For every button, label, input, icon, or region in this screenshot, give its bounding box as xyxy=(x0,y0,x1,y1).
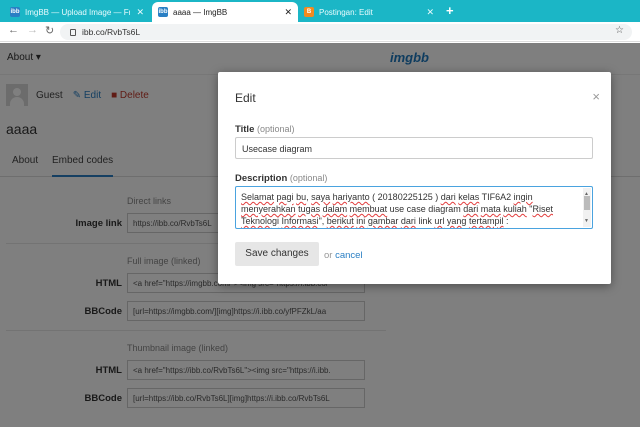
tab-label: ImgBB — Upload Image — Free xyxy=(25,7,131,17)
optional-note: (optional) xyxy=(289,173,328,183)
description-word: pagi xyxy=(276,192,294,202)
title-label: Title (optional) xyxy=(235,124,295,135)
scroll-down-icon[interactable]: ▼ xyxy=(584,215,589,227)
description-word: Teknologi xyxy=(241,216,280,226)
modal-title: Edit xyxy=(235,91,256,105)
imgbb-favicon-icon: ibb xyxy=(10,7,20,17)
reload-icon[interactable]: ↻ xyxy=(45,24,54,37)
description-word: dari xyxy=(400,216,416,226)
description-word: dari xyxy=(463,204,479,214)
description-word: bu xyxy=(296,192,307,202)
description-textarea[interactable]: Selamat pagi bu, saya hariyanto ( 201802… xyxy=(235,186,593,229)
description-word: Informasi xyxy=(281,216,319,226)
description-word: dalam xyxy=(322,204,348,214)
description-word: Selamat xyxy=(241,192,275,202)
tab-close-icon[interactable]: ✕ xyxy=(136,7,144,18)
description-word: kelas xyxy=(458,192,480,202)
description-word: kuliah xyxy=(503,204,527,214)
description-word: menyerahkan xyxy=(241,204,296,214)
back-arrow-icon[interactable]: ← xyxy=(8,24,19,36)
tab-close-icon[interactable]: ✕ xyxy=(426,7,434,18)
description-word: use case diagram xyxy=(387,204,464,214)
edit-modal: Edit × Title (optional) Usecase diagram … xyxy=(218,72,611,284)
description-word: Riset xyxy=(532,204,554,214)
url-text: ibb.co/RvbTs6L xyxy=(82,27,141,37)
tab-label: aaaa — ImgBB xyxy=(173,7,228,17)
browser-tab-aaaa[interactable]: ibb aaaa — ImgBB ✕ xyxy=(152,2,298,22)
description-word: berikut xyxy=(326,216,354,226)
browser-tab-postingan[interactable]: B Postingan: Edit ✕ xyxy=(298,2,440,22)
title-input[interactable]: Usecase diagram xyxy=(235,137,593,159)
description-word: membuat xyxy=(349,204,388,214)
blogger-favicon-icon: B xyxy=(304,7,314,17)
tab-close-icon[interactable]: ✕ xyxy=(284,7,292,18)
close-icon[interactable]: × xyxy=(592,89,600,104)
description-word: tugas xyxy=(298,204,321,214)
imgbb-favicon-icon: ibb xyxy=(158,7,168,17)
save-changes-button[interactable]: Save changes xyxy=(235,242,319,266)
description-word: : xyxy=(503,216,509,226)
description-word: link xyxy=(415,216,435,226)
title-label-text: Title xyxy=(235,124,255,135)
description-word: gambar xyxy=(367,216,399,226)
browser-toolbar: ← → ↻ ibb.co/RvbTs6L ☆ xyxy=(0,22,640,42)
description-word: dari xyxy=(440,192,456,202)
description-label: Description (optional) xyxy=(235,173,327,184)
or-text: or xyxy=(324,250,333,261)
tab-label: Postingan: Edit xyxy=(319,7,373,17)
browser-tab-upload[interactable]: ibb ImgBB — Upload Image — Free ✕ xyxy=(4,2,150,22)
description-word: TIF6A2 xyxy=(479,192,514,202)
description-text: Selamat pagi bu, saya hariyanto ( 201802… xyxy=(241,192,553,226)
or-cancel: or cancel xyxy=(324,250,363,261)
bookmark-star-icon[interactable]: ☆ xyxy=(615,25,624,36)
description-word: mata xyxy=(480,204,501,214)
description-word: saya xyxy=(311,192,331,202)
lock-icon xyxy=(70,28,76,36)
description-word: ( 20180225125 ) xyxy=(369,192,441,202)
scrollbar-thumb[interactable] xyxy=(584,196,590,210)
optional-note: (optional) xyxy=(257,124,295,134)
address-bar[interactable]: ibb.co/RvbTs6L ☆ xyxy=(60,24,632,40)
description-word: hariyanto xyxy=(332,192,370,202)
cancel-link[interactable]: cancel xyxy=(335,250,362,261)
description-word: tertampil xyxy=(468,216,504,226)
forward-arrow-icon[interactable]: → xyxy=(27,24,38,36)
description-word: url xyxy=(434,216,445,226)
description-word: ", xyxy=(318,216,327,226)
description-word: ini xyxy=(356,216,366,226)
description-word: yang xyxy=(446,216,467,226)
new-tab-plus-icon[interactable]: + xyxy=(446,3,454,18)
browser-tab-strip: ibb ImgBB — Upload Image — Free ✕ ibb aa… xyxy=(0,0,640,22)
description-label-text: Description xyxy=(235,173,288,184)
description-word: ingin xyxy=(513,192,533,202)
textarea-scrollbar[interactable]: ▲ ▼ xyxy=(583,188,591,227)
